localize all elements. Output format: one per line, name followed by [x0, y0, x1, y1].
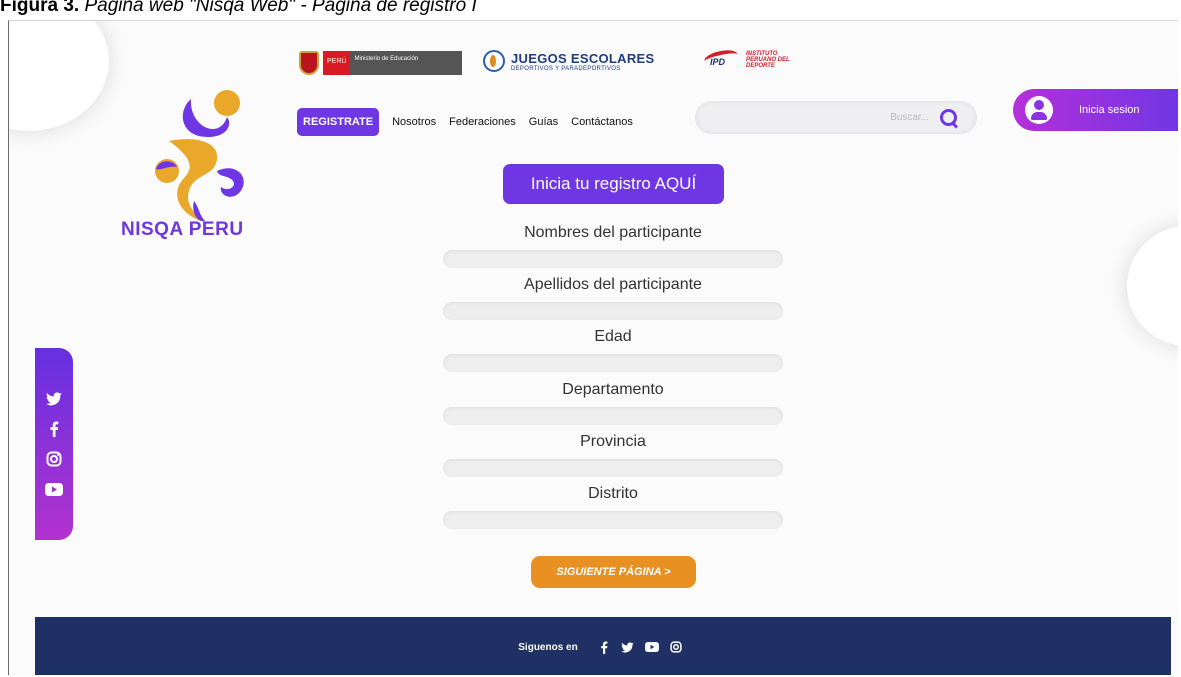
nav-item-guias[interactable]: Guías: [529, 116, 558, 128]
brand-name: NISQA PERU: [121, 219, 244, 240]
nav-item-federaciones[interactable]: Federaciones: [449, 116, 516, 128]
departamento-field[interactable]: [443, 407, 783, 425]
youtube-icon[interactable]: [45, 480, 63, 498]
youtube-icon[interactable]: [644, 640, 659, 654]
juegos-emblem-icon: [483, 50, 505, 72]
user-icon: [1025, 96, 1053, 124]
juegos-escolares-logo[interactable]: JUEGOS ESCOLARES DEPORTIVOS Y PARADEPORT…: [483, 50, 655, 72]
instagram-icon[interactable]: [669, 640, 683, 654]
decorative-circle: [1127, 226, 1178, 346]
juegos-subtitle: DEPORTIVOS Y PARADEPORTIVOS: [511, 65, 621, 72]
search-icon[interactable]: [939, 108, 959, 128]
next-page-button[interactable]: SIGUIENTE PÁGINA >: [531, 556, 696, 588]
ipd-logo[interactable]: IPD INSTITUTO PERUANO DEL DEPORTE: [702, 47, 806, 73]
facebook-icon[interactable]: [597, 640, 611, 654]
minedu-logo[interactable]: PERÚ Ministerio de Educación: [299, 51, 463, 75]
figure-label: Figura 3.: [0, 0, 80, 16]
decorative-circle: [9, 21, 109, 131]
nav-item-contactanos[interactable]: Contáctanos: [571, 116, 633, 128]
main-nav: REGISTRATE Nosotros Federaciones Guías C…: [297, 108, 633, 136]
browser-page: NISQA PERU PERÚ Ministerio de Educación …: [8, 20, 1178, 675]
nombres-field[interactable]: [443, 250, 783, 268]
login-label: Inicia sesion: [1079, 104, 1140, 116]
ministry-label: Ministerio de Educación: [350, 51, 463, 75]
login-button[interactable]: Inicia sesion: [1013, 89, 1178, 131]
footer-follow-label: Siguenos en: [518, 641, 578, 653]
field-label-apellidos: Apellidos del participante: [524, 276, 702, 293]
figure-title: Página web "Nisqa Web" - Página de regis…: [79, 0, 477, 16]
juegos-title: JUEGOS ESCOLARES: [511, 50, 655, 66]
facebook-icon[interactable]: [45, 420, 63, 438]
logo-figure-icon: [155, 90, 244, 222]
registration-cta[interactable]: Inicia tu registro AQUÍ: [503, 164, 724, 204]
ipd-name: INSTITUTO PERUANO DEL DEPORTE: [746, 51, 790, 69]
figure-caption: Figura 3. Página web "Nisqa Web" - Págin…: [0, 0, 477, 17]
field-label-provincia: Provincia: [580, 433, 646, 450]
field-label-distrito: Distrito: [588, 485, 638, 502]
distrito-field[interactable]: [443, 511, 783, 529]
nisqa-logo[interactable]: [139, 81, 259, 231]
ipd-swoosh-icon: IPD: [702, 47, 742, 73]
peru-label: PERÚ: [323, 51, 351, 75]
twitter-icon[interactable]: [45, 390, 63, 408]
social-sidebar: [35, 348, 73, 540]
twitter-icon[interactable]: [621, 640, 635, 654]
edad-field[interactable]: [443, 354, 783, 372]
register-button[interactable]: REGISTRATE: [297, 108, 380, 136]
search-input[interactable]: Buscar...: [890, 112, 929, 123]
instagram-icon[interactable]: [45, 450, 63, 468]
footer: Siguenos en: [35, 617, 1171, 675]
nav-item-nosotros[interactable]: Nosotros: [392, 116, 436, 128]
apellidos-field[interactable]: [443, 302, 783, 320]
peru-shield-icon: [299, 51, 319, 75]
field-label-nombres: Nombres del participante: [524, 224, 702, 241]
field-label-edad: Edad: [594, 328, 632, 345]
field-label-departamento: Departamento: [562, 381, 664, 398]
ipd-acronym: IPD: [710, 57, 726, 67]
search-bar[interactable]: Buscar...: [695, 101, 977, 134]
provincia-field[interactable]: [443, 459, 783, 477]
